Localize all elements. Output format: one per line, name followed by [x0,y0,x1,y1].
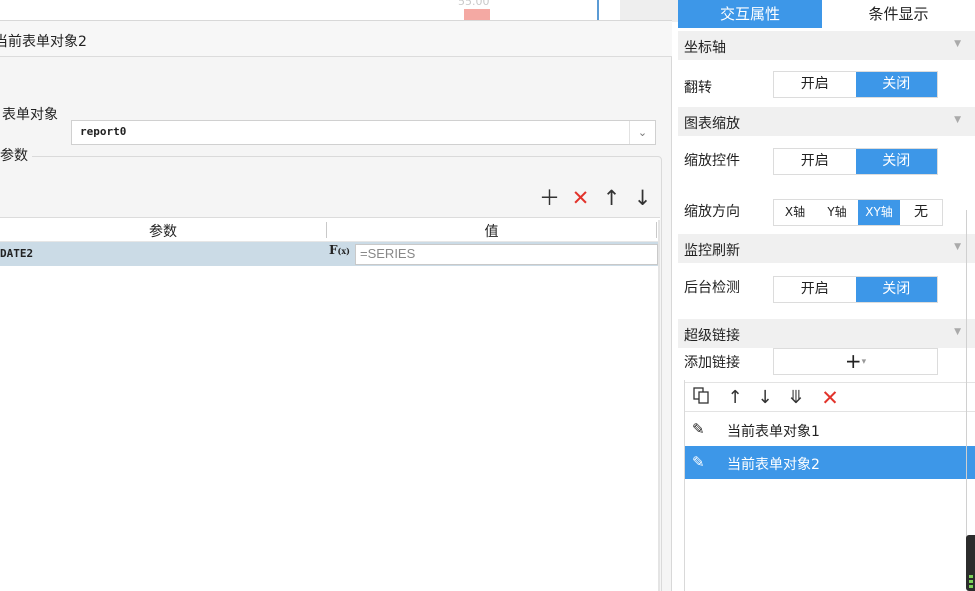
form-object-select[interactable]: report0 ⌄ [71,120,656,145]
move-bottom-icon[interactable]: ⤋ [785,386,807,410]
params-table: 参数 值 DATE2 F(x) =SERIES [0,217,660,591]
zoom-direction-label: 缩放方向 [684,204,740,220]
background-strip [620,0,678,22]
property-panel: 交互属性 条件显示 坐标轴 ▼ 翻转 开启 关闭 图表缩放 ▼ 缩放控件 开启 … [678,0,975,591]
caret-down-icon[interactable]: ▼ [954,327,961,337]
add-link-button[interactable]: +▾ [773,348,938,375]
link-item[interactable]: ✎ 当前表单对象1 [684,413,975,446]
zoom-dir-none-option[interactable]: 无 [900,200,942,225]
tab-interaction[interactable]: 交互属性 [678,0,822,28]
section-refresh-label: 监控刷新 [684,243,740,259]
link-toolbar: ↑ ↓ ⤋ ✕ [684,382,975,412]
level-meter-icon [966,535,975,591]
close-icon[interactable]: ✕ [569,185,592,211]
dialog-right-edge [658,220,660,591]
caret-down-icon[interactable]: ▼ [954,115,961,125]
flip-on-option[interactable]: 开启 [774,72,856,97]
section-axis[interactable]: 坐标轴 ▼ [678,31,975,60]
zoom-direction-toggle[interactable]: X轴 Y轴 XY轴 无 [773,199,943,226]
section-refresh[interactable]: 监控刷新 ▼ [678,234,975,263]
caret-down-icon[interactable]: ▼ [954,39,961,49]
link-item-label: 当前表单对象2 [727,457,820,473]
bg-check-on-option[interactable]: 开启 [774,277,856,302]
chevron-down-icon[interactable]: ⌄ [629,121,655,144]
bg-check-toggle[interactable]: 开启 关闭 [773,276,938,303]
link-item-selected[interactable]: ✎ 当前表单对象2 [684,446,975,479]
pencil-icon[interactable]: ✎ [692,420,705,438]
caret-down-icon[interactable]: ▼ [954,242,961,252]
bg-check-label: 后台检测 [684,280,740,296]
formula-icon[interactable]: F(x) [329,243,353,264]
flip-toggle[interactable]: 开启 关闭 [773,71,938,98]
close-icon[interactable]: ✕ [819,386,841,410]
table-header: 参数 值 [0,218,660,242]
param-name: DATE2 [0,247,34,260]
param-value-input[interactable]: =SERIES [355,244,658,265]
hyperlink-dialog: 当前表单对象2 表单对象 report0 ⌄ 参数 ＋ ✕ ↑ ↓ 参数 值 D… [0,20,672,591]
flip-label: 翻转 [684,80,712,96]
table-row[interactable]: DATE2 F(x) =SERIES [0,242,660,266]
section-axis-label: 坐标轴 [684,40,726,56]
dialog-title: 当前表单对象2 [0,34,87,50]
form-object-label: 表单对象 [2,107,58,123]
form-object-value: report0 [80,125,127,138]
zoom-dir-y-option[interactable]: Y轴 [816,200,858,225]
header-param: 参数 [149,224,177,240]
chart-value-label: 55.00 [458,0,490,8]
bg-check-off-option[interactable]: 关闭 [855,277,937,302]
chevron-down-icon: ▾ [861,357,867,367]
section-zoom-label: 图表缩放 [684,116,740,132]
zoom-control-on-option[interactable]: 开启 [774,149,856,174]
pencil-icon[interactable]: ✎ [692,453,705,471]
panel-divider [684,380,685,591]
zoom-dir-xy-option[interactable]: XY轴 [858,200,900,225]
chart-background: 55.00 [0,0,620,22]
flip-off-option[interactable]: 关闭 [855,72,937,97]
plus-icon: + [844,349,862,373]
zoom-control-off-option[interactable]: 关闭 [855,149,937,174]
panel-scrollbar[interactable] [966,210,967,540]
link-item-label: 当前表单对象1 [727,424,820,440]
column-divider[interactable] [656,222,657,238]
section-hyperlink[interactable]: 超级链接 ▼ [678,319,975,348]
dialog-title-bar: 当前表单对象2 [0,21,672,57]
arrow-up-icon[interactable]: ↑ [724,386,746,410]
arrow-down-icon[interactable]: ↓ [631,185,654,211]
params-legend: 参数 [0,145,32,165]
copy-icon[interactable] [690,386,712,410]
section-zoom[interactable]: 图表缩放 ▼ [678,107,975,136]
chart-guide-line [597,0,599,22]
arrow-up-icon[interactable]: ↑ [600,185,623,211]
plus-icon[interactable]: ＋ [538,185,561,211]
header-value: 值 [484,224,499,240]
params-toolbar: ＋ ✕ ↑ ↓ [538,185,654,211]
section-hyperlink-label: 超级链接 [684,328,740,344]
zoom-dir-x-option[interactable]: X轴 [774,200,816,225]
arrow-down-icon[interactable]: ↓ [754,386,776,410]
panel-tabs: 交互属性 条件显示 [678,0,975,28]
add-link-label: 添加链接 [684,355,740,371]
zoom-control-toggle[interactable]: 开启 关闭 [773,148,938,175]
zoom-control-label: 缩放控件 [684,153,740,169]
tab-condition-display[interactable]: 条件显示 [822,0,975,28]
